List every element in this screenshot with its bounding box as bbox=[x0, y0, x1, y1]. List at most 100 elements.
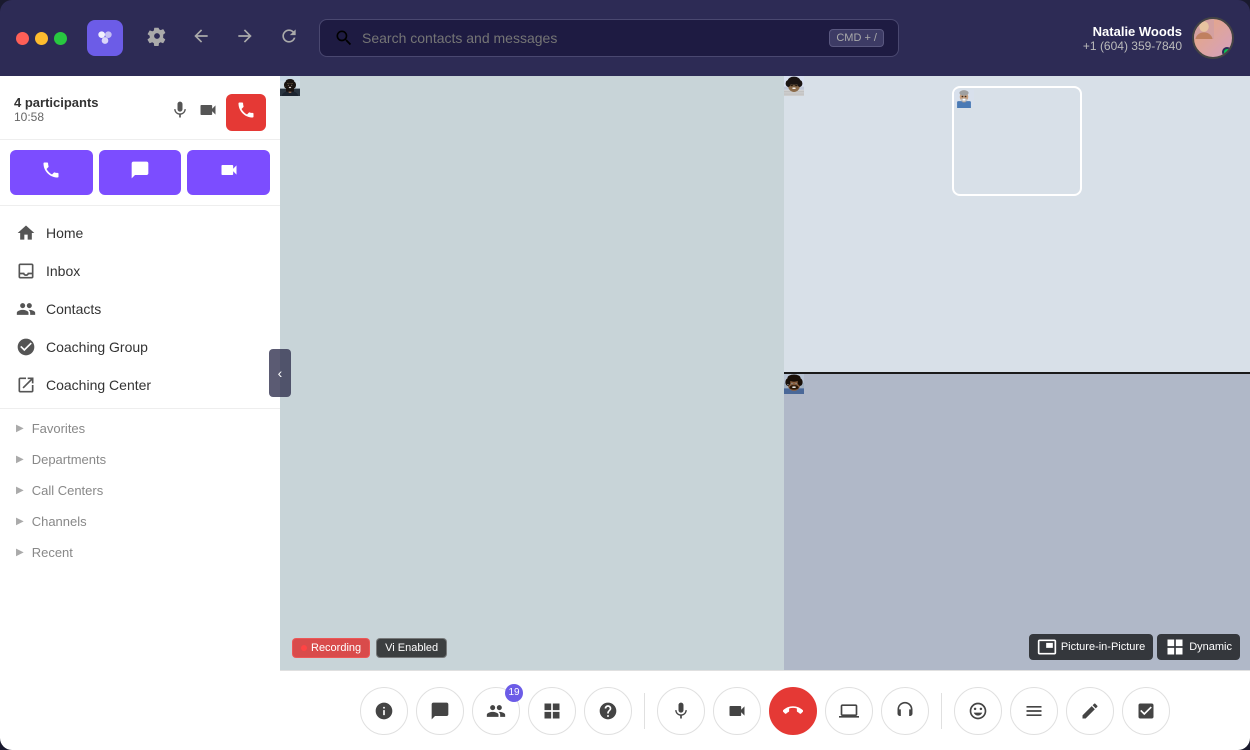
sidebar: 4 participants 10:58 bbox=[0, 76, 280, 750]
home-label: Home bbox=[46, 225, 83, 241]
camera-button[interactable] bbox=[198, 100, 218, 125]
sidebar-item-home[interactable]: Home bbox=[0, 214, 280, 252]
coaching-group-icon bbox=[16, 337, 36, 357]
sidebar-item-favorites[interactable]: ▶ Favorites bbox=[0, 413, 280, 444]
info-button[interactable] bbox=[360, 687, 408, 735]
screen-share-button[interactable] bbox=[825, 687, 873, 735]
main-content: 4 participants 10:58 bbox=[0, 76, 1250, 750]
video-action-button[interactable] bbox=[187, 150, 270, 195]
right-video-panel: Picture-in-Picture Dynamic bbox=[784, 76, 1250, 670]
refresh-button[interactable] bbox=[271, 22, 307, 55]
mute-mic-button[interactable] bbox=[170, 100, 190, 125]
call-controls bbox=[170, 94, 266, 131]
enabled-badge: Vi Enabled bbox=[376, 638, 447, 658]
close-button[interactable] bbox=[16, 32, 29, 45]
channels-label: Channels bbox=[32, 514, 87, 529]
recent-arrow: ▶ bbox=[16, 547, 24, 558]
checklist-button[interactable] bbox=[1122, 687, 1170, 735]
departments-arrow: ▶ bbox=[16, 454, 24, 465]
user-text: Natalie Woods +1 (604) 359-7840 bbox=[1083, 24, 1182, 53]
online-indicator bbox=[1222, 47, 1232, 57]
participants-button[interactable]: 19 bbox=[472, 687, 520, 735]
main-participant-video bbox=[280, 76, 300, 96]
favorites-label: Favorites bbox=[32, 421, 85, 436]
user-info: Natalie Woods +1 (604) 359-7840 bbox=[1083, 17, 1234, 59]
emoji-button[interactable] bbox=[954, 687, 1002, 735]
forward-button[interactable] bbox=[227, 22, 263, 55]
avatar-image bbox=[1194, 19, 1214, 39]
pip-badge: Picture-in-Picture bbox=[1029, 634, 1153, 660]
sidebar-item-channels[interactable]: ▶ Channels bbox=[0, 506, 280, 537]
toolbar-group-center bbox=[657, 687, 929, 735]
coaching-group-label: Coaching Group bbox=[46, 339, 148, 355]
search-input[interactable] bbox=[362, 30, 821, 46]
participant-2-video bbox=[784, 76, 804, 96]
video-area: ‹ bbox=[280, 76, 1250, 750]
phone-action-button[interactable] bbox=[10, 150, 93, 195]
call-centers-label: Call Centers bbox=[32, 483, 104, 498]
search-shortcut: CMD + / bbox=[829, 29, 884, 47]
settings-button[interactable] bbox=[139, 22, 175, 55]
recording-dot bbox=[301, 645, 307, 651]
toolbar-separator-2 bbox=[941, 693, 942, 729]
main-video-cell: Recording Vi Enabled bbox=[280, 76, 784, 670]
headset-button[interactable] bbox=[881, 687, 929, 735]
sidebar-item-contacts[interactable]: Contacts bbox=[0, 290, 280, 328]
minimize-button[interactable] bbox=[35, 32, 48, 45]
end-call-toolbar-button[interactable] bbox=[769, 687, 817, 735]
microphone-button[interactable] bbox=[657, 687, 705, 735]
dynamic-badge: Dynamic bbox=[1157, 634, 1240, 660]
sidebar-item-coaching-group[interactable]: Coaching Group bbox=[0, 328, 280, 366]
maximize-button[interactable] bbox=[54, 32, 67, 45]
toolbar-group-right bbox=[954, 687, 1170, 735]
action-buttons bbox=[0, 140, 280, 206]
end-call-button[interactable] bbox=[226, 94, 266, 131]
coaching-center-icon bbox=[16, 375, 36, 395]
video-toggle-button[interactable] bbox=[713, 687, 761, 735]
corner-badges: Picture-in-Picture Dynamic bbox=[1029, 634, 1240, 660]
sidebar-item-recent[interactable]: ▶ Recent bbox=[0, 537, 280, 568]
app-logo bbox=[87, 20, 123, 56]
sidebar-item-inbox[interactable]: Inbox bbox=[0, 252, 280, 290]
edit-button[interactable] bbox=[1066, 687, 1114, 735]
enabled-label: Vi Enabled bbox=[385, 642, 438, 654]
top-right-video-cell bbox=[784, 76, 1250, 372]
call-info: 4 participants 10:58 bbox=[0, 76, 280, 140]
back-button[interactable] bbox=[183, 22, 219, 55]
nav-menu: Home Inbox Contact bbox=[0, 206, 280, 576]
menu-button[interactable] bbox=[1010, 687, 1058, 735]
recording-label: Recording bbox=[311, 642, 361, 654]
sidebar-item-call-centers[interactable]: ▶ Call Centers bbox=[0, 475, 280, 506]
search-bar[interactable]: CMD + / bbox=[319, 19, 899, 57]
help-button[interactable] bbox=[584, 687, 632, 735]
participants-count: 4 participants bbox=[14, 95, 99, 110]
sidebar-item-departments[interactable]: ▶ Departments bbox=[0, 444, 280, 475]
recording-badge: Recording bbox=[292, 638, 370, 658]
sidebar-item-coaching-center[interactable]: Coaching Center bbox=[0, 366, 280, 404]
favorites-arrow: ▶ bbox=[16, 423, 24, 434]
layout-button[interactable] bbox=[528, 687, 576, 735]
pip-icon bbox=[1037, 637, 1057, 657]
user-phone: +1 (604) 359-7840 bbox=[1083, 39, 1182, 53]
app-window: CMD + / Natalie Woods +1 (604) 359-7840 bbox=[0, 0, 1250, 750]
participant-1-thumbnail bbox=[954, 88, 974, 108]
participants-count-badge: 19 bbox=[505, 684, 523, 702]
title-bar: CMD + / Natalie Woods +1 (604) 359-7840 bbox=[0, 0, 1250, 76]
chat-button[interactable] bbox=[416, 687, 464, 735]
inbox-label: Inbox bbox=[46, 263, 80, 279]
call-timer: 10:58 bbox=[14, 110, 99, 124]
channels-arrow: ▶ bbox=[16, 516, 24, 527]
message-action-button[interactable] bbox=[99, 150, 182, 195]
collapse-sidebar-button[interactable]: ‹ bbox=[269, 349, 291, 397]
toolbar-group-left: 19 bbox=[360, 687, 632, 735]
avatar[interactable] bbox=[1192, 17, 1234, 59]
call-centers-arrow: ▶ bbox=[16, 485, 24, 496]
toolbar-separator-1 bbox=[644, 693, 645, 729]
contacts-icon bbox=[16, 299, 36, 319]
recent-label: Recent bbox=[32, 545, 73, 560]
departments-label: Departments bbox=[32, 452, 106, 467]
video-badges: Recording Vi Enabled bbox=[292, 638, 447, 658]
dynamic-icon bbox=[1165, 637, 1185, 657]
participant-3-video bbox=[784, 374, 804, 394]
coaching-center-label: Coaching Center bbox=[46, 377, 151, 393]
